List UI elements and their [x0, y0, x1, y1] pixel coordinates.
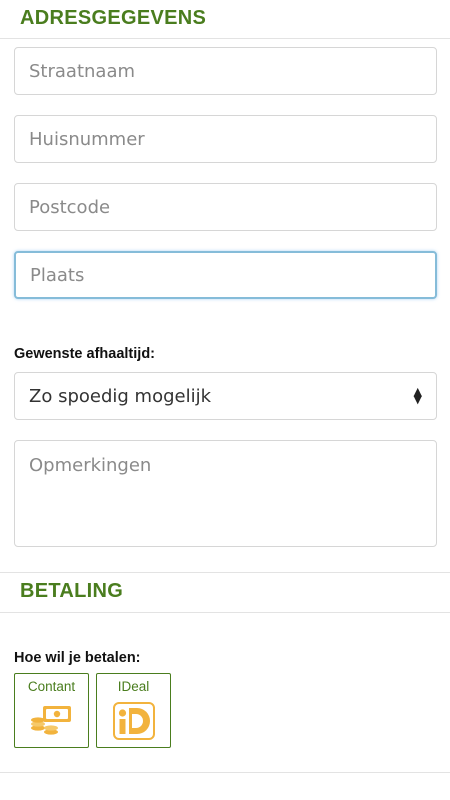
pickup-time-label: Gewenste afhaaltijd:: [14, 346, 156, 362]
payment-top-divider: [0, 572, 450, 573]
pickup-time-value: Zo spoedig mogelijk: [29, 385, 212, 407]
select-arrows-icon: ▲ ▼: [413, 385, 422, 406]
pickup-time-select[interactable]: Zo spoedig mogelijk ▲ ▼: [14, 372, 437, 420]
payment-section-title: BETALING: [20, 580, 124, 602]
remarks-textarea[interactable]: [14, 440, 437, 547]
ideal-logo-icon: [112, 702, 155, 740]
city-input[interactable]: [14, 251, 437, 299]
street-input[interactable]: [14, 47, 437, 95]
pay-option-label: IDeal: [117, 679, 150, 694]
pay-option-ideal[interactable]: IDeal: [96, 673, 171, 748]
payment-divider: [0, 612, 450, 613]
payment-question-label: Hoe wil je betalen:: [14, 650, 141, 666]
pay-option-contant[interactable]: Contant: [14, 673, 89, 748]
cash-coins-icon: [30, 706, 71, 735]
bottom-divider: [0, 772, 450, 773]
pay-option-label: Contant: [27, 679, 76, 694]
postcode-input[interactable]: [14, 183, 437, 231]
address-section-title: ADRESGEGEVENS: [20, 7, 207, 29]
address-divider: [0, 38, 450, 39]
house-number-input[interactable]: [14, 115, 437, 163]
